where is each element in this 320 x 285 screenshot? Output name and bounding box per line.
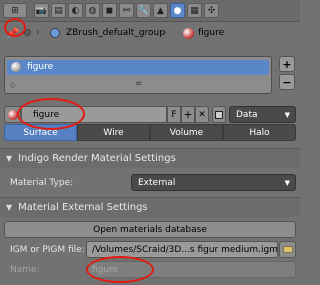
material-type-label: Material Type: [10, 178, 74, 188]
properties-tab-strip: ⊞ 📷 ▤ ◐ ◍ ◼ ⚯ 🔧 ▲ ● ▦ ✣ [0, 0, 300, 22]
render-icon[interactable]: 📷 [34, 3, 49, 18]
texture-icon[interactable]: ▦ [187, 3, 202, 18]
tab-volume[interactable]: Volume [150, 124, 223, 141]
igm-file-value: /Volumes/SCraid/3D...s figur medium.igm [92, 244, 278, 255]
remove-slot-button[interactable]: − [279, 74, 295, 90]
igm-file-field[interactable]: /Volumes/SCraid/3D...s figur medium.igm [86, 241, 278, 258]
world-icon[interactable]: ◍ [85, 3, 100, 18]
file-browse-button[interactable] [279, 241, 296, 258]
render-layers-icon[interactable]: ▤ [51, 3, 66, 18]
material-name-value: figure [33, 109, 60, 120]
scene-icon[interactable]: ◐ [68, 3, 83, 18]
open-materials-database-button[interactable]: Open materials database [4, 221, 296, 238]
list-resize-grip[interactable]: = [135, 79, 143, 89]
folder-icon [282, 246, 293, 253]
fake-user-button[interactable]: F [167, 106, 181, 123]
breadcrumb-material: figure [198, 28, 225, 38]
tab-surface[interactable]: Surface [4, 124, 77, 141]
particles-icon[interactable]: ✣ [204, 3, 219, 18]
browse-material-button[interactable] [4, 106, 21, 123]
breadcrumb-arrow: › [163, 28, 167, 38]
group-icon: ⚙ [23, 27, 32, 39]
name-label: Name: [10, 265, 40, 275]
link-type-dropdown[interactable]: Data ▼ [229, 106, 296, 123]
data-icon[interactable]: ▲ [153, 3, 168, 18]
material-preview-icon [11, 62, 21, 72]
constraints-icon[interactable]: ⚯ [119, 3, 134, 18]
collapse-triangle-icon: ▼ [6, 203, 13, 212]
material-type-dropdown[interactable]: External ▼ [131, 174, 296, 191]
object-icon[interactable]: ◼ [102, 3, 117, 18]
object-icon [50, 28, 60, 38]
collapse-triangle-icon: ▼ [6, 154, 13, 163]
tab-wire[interactable]: Wire [77, 124, 150, 141]
chevron-down-icon: ▼ [284, 110, 290, 119]
external-panel-title: Material External Settings [18, 202, 148, 213]
pin-icon[interactable]: 📌 [6, 27, 20, 40]
editor-type-icon[interactable]: ⊞ [3, 3, 27, 18]
material-icon [183, 27, 194, 39]
disk-icon [215, 110, 223, 119]
material-sphere-icon [7, 109, 18, 120]
indigo-panel-title: Indigo Render Material Settings [18, 153, 176, 164]
breadcrumb-arrow: › [36, 28, 40, 38]
unlink-material-button[interactable]: ✕ [195, 106, 209, 123]
name-value: figure [92, 264, 119, 275]
modifiers-icon[interactable]: 🔧 [136, 3, 151, 18]
link-type-value: Data [236, 109, 258, 120]
breadcrumb-group: ZBrush_defualt_group [66, 28, 165, 38]
list-item-label: figure [27, 62, 54, 72]
material-slot-list: figure ◇ = [4, 56, 272, 94]
save-icon[interactable] [212, 106, 226, 123]
name-field: figure [86, 261, 296, 278]
breadcrumb: 📌 ⚙ › ZBrush_defualt_group › figure [0, 23, 300, 43]
material-name-field[interactable]: figure [21, 106, 167, 123]
external-panel-header[interactable]: ▼ Material External Settings [0, 197, 300, 217]
igm-file-label: IGM or PIGM file: [10, 245, 85, 255]
chevron-down-icon: ▼ [284, 178, 290, 187]
tab-halo[interactable]: Halo [223, 124, 296, 141]
list-grip-icon[interactable]: ◇ [10, 81, 15, 89]
new-material-button[interactable]: + [181, 106, 195, 123]
add-slot-button[interactable]: + [279, 56, 295, 72]
indigo-panel-header[interactable]: ▼ Indigo Render Material Settings [0, 148, 300, 168]
list-item[interactable]: figure [7, 60, 269, 75]
material-icon[interactable]: ● [170, 3, 185, 18]
material-type-value: External [138, 177, 176, 188]
